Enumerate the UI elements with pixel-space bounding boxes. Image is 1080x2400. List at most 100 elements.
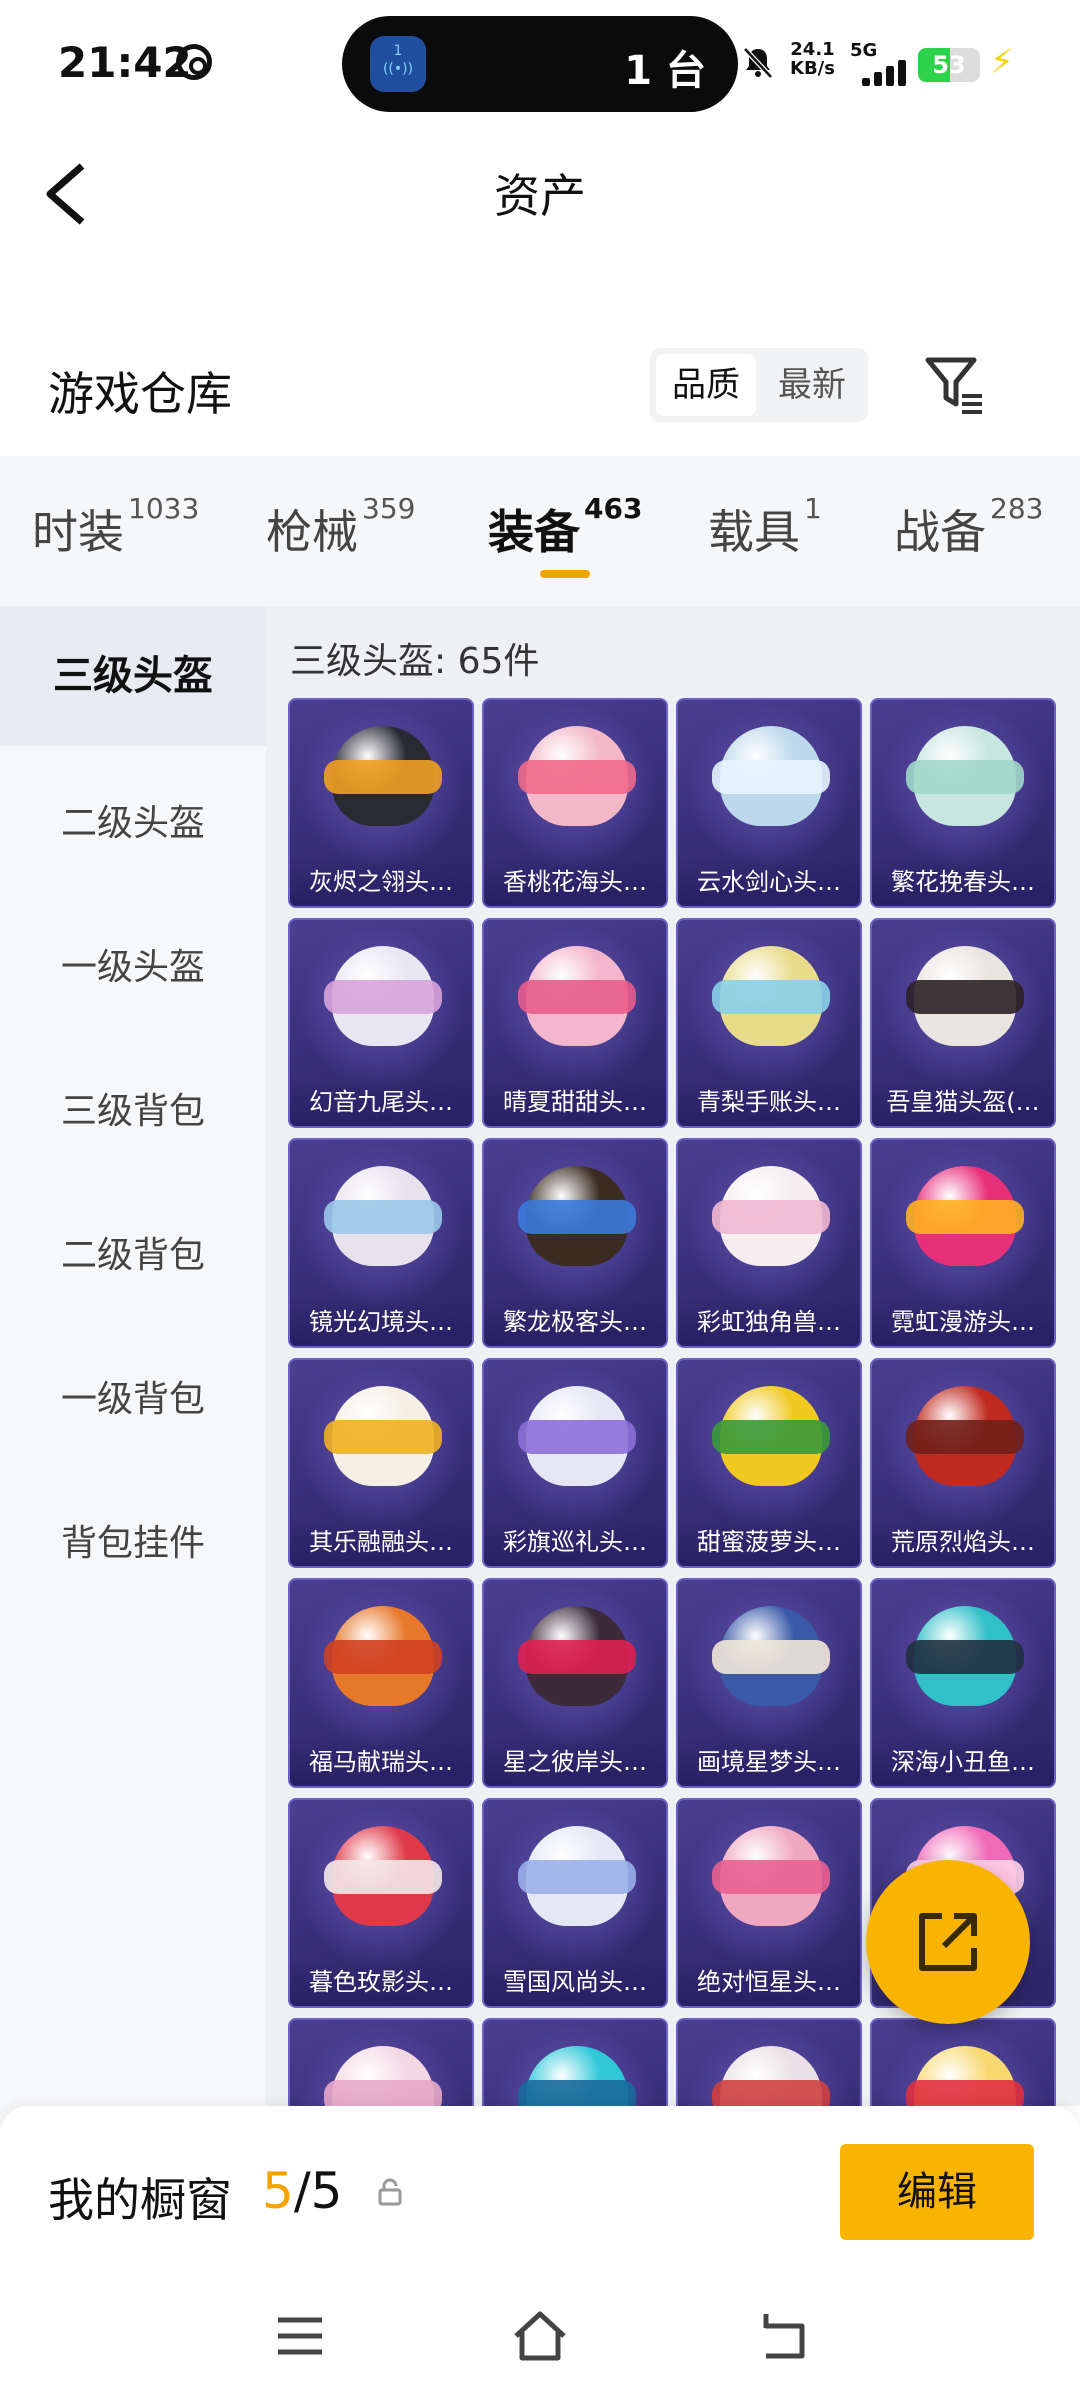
helmet-card[interactable]: 雪国风尚头… (482, 1798, 668, 2008)
helmet-visor (324, 1860, 442, 1894)
helmet-visor (324, 760, 442, 794)
sort-quality-button[interactable]: 品质 (656, 354, 756, 416)
sidebar-item-level1-backpack[interactable]: 一级背包 (0, 1330, 266, 1470)
helmet-name: 彩旗巡礼头… (484, 1518, 666, 1566)
helmet-card[interactable] (482, 2018, 668, 2106)
helmet-card[interactable]: 香桃花海头… (482, 698, 668, 908)
status-bar: 21:42 1 ((•)) 1 台 24.1 KB/s 5G 53 ⚡ (0, 0, 1080, 120)
helmet-card[interactable]: 繁龙极客头… (482, 1138, 668, 1348)
helmet-visor (518, 2080, 636, 2106)
helmet-visor (518, 1860, 636, 1894)
dynamic-island[interactable]: 1 ((•)) 1 台 (342, 16, 738, 112)
helmet-card[interactable]: 青梨手账头… (676, 918, 862, 1128)
home-nav-icon[interactable] (510, 2306, 570, 2366)
sidebar-item-level2-helmet[interactable]: 二级头盔 (0, 754, 266, 894)
helmet-card[interactable]: 繁花挽春头… (870, 698, 1056, 908)
helmet-visor (518, 760, 636, 794)
helmet-card[interactable]: 甜蜜菠萝头… (676, 1358, 862, 1568)
helmet-visor (906, 760, 1024, 794)
helmet-visor (906, 1200, 1024, 1234)
helmet-name: 星之彼岸头… (484, 1738, 666, 1786)
charging-icon: ⚡ (990, 42, 1014, 82)
helmet-visor (712, 2080, 830, 2106)
helmet-name: 云水剑心头… (678, 858, 860, 906)
helmet-visor (324, 1200, 442, 1234)
tab-equipment[interactable]: 装备 463 (488, 492, 642, 562)
helmet-visor (712, 1640, 830, 1674)
helmet-card[interactable]: 星之彼岸头… (482, 1578, 668, 1788)
tab-label: 枪械 (266, 505, 358, 559)
helmet-name: 吾皇猫头盔(… (872, 1078, 1054, 1126)
active-tab-indicator (540, 570, 590, 578)
helmet-card[interactable]: 福马献瑞头… (288, 1578, 474, 1788)
sort-toggle: 品质 最新 (650, 348, 868, 422)
helmet-name: 幻音九尾头… (290, 1078, 472, 1126)
tab-count: 283 (990, 492, 1044, 525)
helmet-visor (906, 980, 1024, 1014)
helmet-card[interactable]: 云水剑心头… (676, 698, 862, 908)
share-external-icon (919, 1913, 977, 1971)
helmet-visor (324, 1640, 442, 1674)
tab-label: 时装 (32, 505, 124, 559)
helmet-card[interactable]: 晴夏甜甜头… (482, 918, 668, 1128)
sidebar-item-level1-helmet[interactable]: 一级头盔 (0, 898, 266, 1038)
tab-fashion[interactable]: 时装 1033 (32, 492, 199, 562)
subcategory-sidebar: 三级头盔 二级头盔 一级头盔 三级背包 二级背包 一级背包 背包挂件 (0, 606, 266, 2146)
helmet-card[interactable] (676, 2018, 862, 2106)
helmet-name: 香桃花海头… (484, 858, 666, 906)
sidebar-item-level3-helmet[interactable]: 三级头盔 (0, 606, 266, 746)
helmet-name: 彩虹独角兽… (678, 1298, 860, 1346)
share-button[interactable] (866, 1860, 1030, 2024)
sidebar-item-backpack-charm[interactable]: 背包挂件 (0, 1474, 266, 1614)
status-icons: 24.1 KB/s 5G 53 ⚡ (740, 40, 1040, 88)
sidebar-item-level3-backpack[interactable]: 三级背包 (0, 1042, 266, 1182)
helmet-visor (712, 1420, 830, 1454)
helmet-card[interactable]: 绝对恒星头… (676, 1798, 862, 2008)
helmet-card[interactable]: 荒原烈焰头… (870, 1358, 1056, 1568)
helmet-name: 霓虹漫游头… (872, 1298, 1054, 1346)
edit-button[interactable]: 编辑 (840, 2144, 1034, 2240)
helmet-card[interactable]: 霓虹漫游头… (870, 1138, 1056, 1348)
helmet-card[interactable]: 暮色玫影头… (288, 1798, 474, 2008)
lock-icon (378, 2178, 402, 2206)
helmet-name: 繁花挽春头… (872, 858, 1054, 906)
tab-label: 载具 (708, 505, 800, 559)
helmet-name: 镜光幻境头… (290, 1298, 472, 1346)
helmet-name: 画境星梦头… (678, 1738, 860, 1786)
helmet-card[interactable]: 幻音九尾头… (288, 918, 474, 1128)
battery-icon: 53 (918, 48, 980, 82)
helmet-name: 灰烬之翎头… (290, 858, 472, 906)
helmet-card[interactable]: 深海小丑鱼… (870, 1578, 1056, 1788)
sort-latest-button[interactable]: 最新 (762, 354, 862, 416)
tab-vehicles[interactable]: 载具 1 (708, 492, 822, 562)
helmet-card[interactable] (870, 2018, 1056, 2106)
helmet-card[interactable]: 吾皇猫头盔(… (870, 918, 1056, 1128)
helmet-card[interactable]: 镜光幻境头… (288, 1138, 474, 1348)
helmet-card[interactable]: 彩旗巡礼头… (482, 1358, 668, 1568)
helmet-name: 荒原烈焰头… (872, 1518, 1054, 1566)
helmet-visor (906, 1420, 1024, 1454)
back-nav-icon[interactable] (752, 2306, 812, 2366)
helmet-visor (324, 2080, 442, 2106)
helmet-card[interactable]: 彩虹独角兽… (676, 1138, 862, 1348)
bell-muted-icon (743, 47, 773, 79)
helmet-card[interactable]: 画境星梦头… (676, 1578, 862, 1788)
island-text: 1 台 (624, 48, 706, 94)
island-app-label: 1 (393, 43, 403, 59)
net-speed: 24.1 KB/s (790, 40, 835, 78)
menu-nav-icon[interactable] (270, 2306, 330, 2366)
helmet-name: 青梨手账头… (678, 1078, 860, 1126)
category-tabs: 时装 1033 枪械 359 装备 463 载具 1 战备 283 (0, 456, 1080, 606)
showcase-label: 我的橱窗 (48, 2173, 232, 2227)
sidebar-item-level2-backpack[interactable]: 二级背包 (0, 1186, 266, 1326)
tab-supplies[interactable]: 战备 283 (894, 492, 1043, 562)
helmet-visor (712, 1860, 830, 1894)
helmet-card[interactable] (288, 2018, 474, 2106)
helmet-card[interactable]: 灰烬之翎头… (288, 698, 474, 908)
tab-weapons[interactable]: 枪械 359 (266, 492, 415, 562)
filter-icon[interactable] (922, 352, 986, 416)
helmet-visor (324, 980, 442, 1014)
helmet-visor (324, 1420, 442, 1454)
helmet-card[interactable]: 其乐融融头… (288, 1358, 474, 1568)
tab-count: 359 (362, 492, 416, 525)
